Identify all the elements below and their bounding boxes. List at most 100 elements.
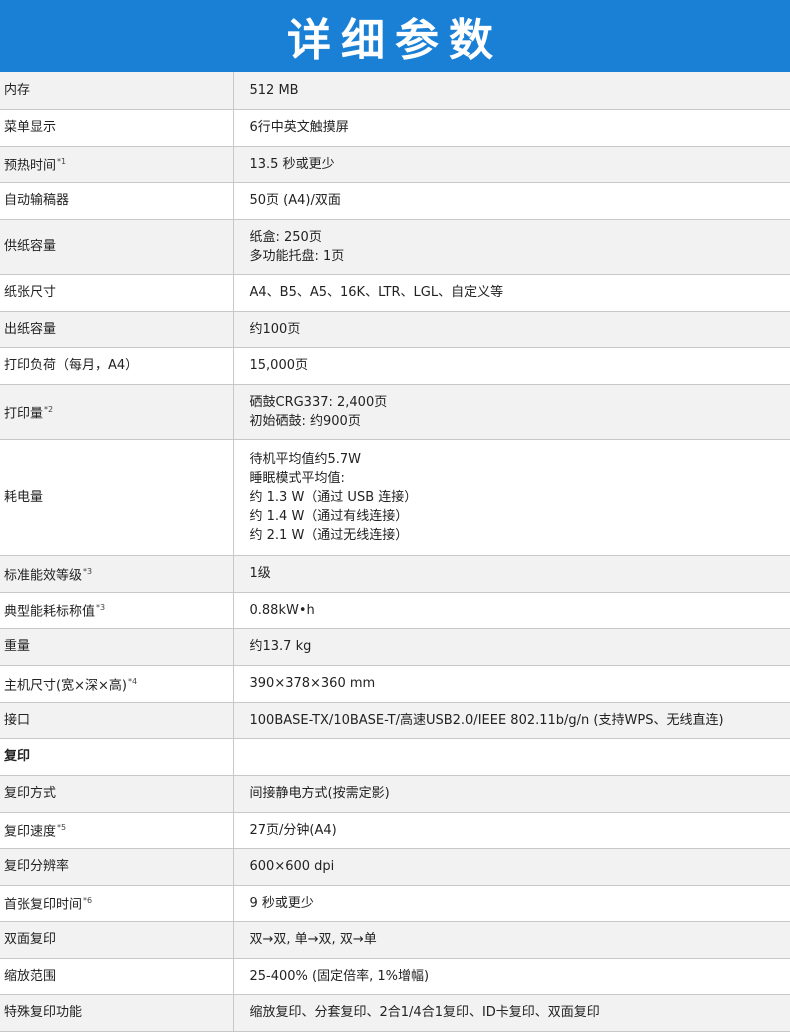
- table-row: 复印分辨率 600×600 dpi: [0, 848, 790, 886]
- spec-value: 间接静电方式(按需定影): [249, 786, 390, 801]
- table-row: 耗电量 待机平均值约5.7W 睡眠模式平均值: 约 1.3 W（通过 USB 连接） 约…: [0, 439, 790, 556]
- table-row: 复印速度*5 27页/分钟(A4): [0, 812, 790, 849]
- spec-label: 内存: [4, 82, 31, 98]
- page-title: 详细参数: [287, 15, 503, 66]
- table-row: 菜单显示 6行中英文触摸屏: [0, 109, 790, 147]
- table-row: 缩放范围 25-400% (固定倍率, 1%增幅): [0, 958, 790, 995]
- footnote-marker: *3: [96, 603, 106, 613]
- spec-label: 首张复印时间: [4, 897, 83, 913]
- spec-label: 标准能效等级: [4, 568, 83, 584]
- spec-label: 出纸容量: [4, 321, 57, 337]
- spec-value-cell: 约13.7 kg: [233, 628, 790, 666]
- spec-label-cell: 预热时间*1: [0, 146, 234, 183]
- spec-label-cell: 双面复印: [0, 921, 234, 959]
- spec-label-cell: 首张复印时间*6: [0, 885, 234, 922]
- spec-label: 耗电量: [4, 489, 44, 505]
- spec-label: 自动输稿器: [4, 193, 70, 208]
- spec-value: 约13.7 kg: [249, 639, 312, 654]
- table-row: 典型能耗标称值*3 0.88kW•h: [0, 592, 790, 629]
- spec-label: 接口: [4, 712, 31, 728]
- spec-label-cell: 打印量*2: [0, 384, 234, 440]
- spec-label-cell: 缩放范围: [0, 958, 234, 995]
- spec-value-cell: 6行中英文触摸屏: [233, 109, 790, 147]
- table-row: 出纸容量 约100页: [0, 311, 790, 348]
- spec-label: 菜单显示: [4, 120, 57, 135]
- footnote-marker: *6: [83, 896, 93, 906]
- spec-value: 13.5 秒或更少: [249, 156, 335, 172]
- spec-value-cell: 1级: [233, 555, 790, 593]
- table-row: 接口 100BASE-TX/10BASE-T/高速USB2.0/IEEE 802.…: [0, 702, 790, 739]
- section-row: 复印: [0, 738, 790, 776]
- spec-value-cell: 100BASE-TX/10BASE-T/高速USB2.0/IEEE 802.11…: [233, 702, 790, 739]
- spec-value: 512 MB: [249, 82, 299, 98]
- spec-value: A4、B5、A5、16K、LTR、LGL、自定义等: [249, 285, 504, 300]
- spec-table: 内存 512 MB 菜单显示 6行中英文触摸屏 预热时间*1 13.5 秒或更少自动输稿器…: [0, 72, 790, 1032]
- spec-label: 打印负荷（每月，A4）: [4, 358, 139, 373]
- table-row: 打印负荷（每月，A4） 15,000页: [0, 347, 790, 385]
- footnote-marker: *1: [57, 157, 67, 167]
- spec-label-cell: 复印速度*5: [0, 812, 234, 849]
- table-row: 纸张尺寸 A4、B5、A5、16K、LTR、LGL、自定义等: [0, 274, 790, 312]
- table-row: 标准能效等级*3 1级: [0, 555, 790, 593]
- spec-label-cell: 打印负荷（每月，A4）: [0, 347, 234, 385]
- spec-value-cell: 9 秒或更少: [233, 885, 790, 922]
- spec-label-cell: 主机尺寸(宽×深×高)*4: [0, 665, 234, 703]
- spec-value-cell: 约100页: [233, 311, 790, 348]
- spec-label-cell: 特殊复印功能: [0, 994, 234, 1032]
- table-row: 供纸容量 纸盒: 250页 多功能托盘: 1页: [0, 219, 790, 275]
- spec-value: 1级: [249, 566, 271, 581]
- spec-value: 多功能托盘: 1页: [249, 248, 345, 264]
- header-banner: 详细参数: [0, 0, 790, 72]
- spec-label: 典型能耗标称值: [4, 604, 96, 620]
- spec-label-cell: 复印分辨率: [0, 848, 234, 886]
- spec-label-cell: 接口: [0, 702, 234, 739]
- spec-value: 25-400% (固定倍率, 1%增幅): [249, 968, 430, 984]
- spec-label-cell: 内存: [0, 72, 234, 110]
- spec-value-cell: 27页/分钟(A4): [233, 812, 790, 849]
- footnote-marker: *5: [57, 823, 67, 833]
- spec-label-cell: 供纸容量: [0, 219, 234, 275]
- spec-value: 600×600 dpi: [249, 859, 335, 874]
- table-row: 首张复印时间*6 9 秒或更少: [0, 885, 790, 922]
- spec-label-cell: 自动输稿器: [0, 182, 234, 220]
- spec-value-cell: 待机平均值约5.7W 睡眠模式平均值: 约 1.3 W（通过 USB 连接） 约 1.…: [233, 439, 790, 556]
- table-row: 复印方式 间接静电方式(按需定影): [0, 775, 790, 813]
- spec-value-cell: [233, 738, 790, 776]
- spec-value-cell: 双→双, 单→双, 双→单: [233, 921, 790, 959]
- spec-value-cell: 25-400% (固定倍率, 1%增幅): [233, 958, 790, 995]
- spec-value: 6行中英文触摸屏: [249, 120, 349, 135]
- table-row: 双面复印 双→双, 单→双, 双→单: [0, 921, 790, 959]
- spec-label: 复印方式: [4, 786, 57, 801]
- spec-label-cell: 重量: [0, 628, 234, 666]
- spec-label: 纸张尺寸: [4, 285, 57, 300]
- table-row: 特殊复印功能 缩放复印、分套复印、2合1/4合1复印、ID卡复印、双面复印: [0, 994, 790, 1032]
- spec-value-cell: 纸盒: 250页 多功能托盘: 1页: [233, 219, 790, 275]
- table-row: 打印量*2 硒鼓CRG337: 2,400页 初始硒鼓: 约900页: [0, 384, 790, 440]
- spec-label-cell: 典型能耗标称值*3: [0, 592, 234, 629]
- table-row: 重量 约13.7 kg: [0, 628, 790, 666]
- spec-label-cell: 标准能效等级*3: [0, 555, 234, 593]
- spec-value: 0.88kW•h: [249, 602, 315, 618]
- spec-label: 重量: [4, 639, 31, 654]
- spec-value: 50页 (A4)/双面: [249, 193, 341, 208]
- spec-label: 打印量: [4, 406, 44, 422]
- spec-value: 待机平均值约5.7W: [249, 451, 362, 467]
- spec-label-cell: 复印: [0, 738, 234, 776]
- footnote-marker: *4: [127, 676, 138, 686]
- spec-label-cell: 耗电量: [0, 439, 234, 556]
- spec-value-cell: 512 MB: [233, 72, 790, 110]
- spec-value: 约 1.3 W（通过 USB 连接）: [249, 489, 418, 505]
- spec-value-cell: 13.5 秒或更少: [233, 146, 790, 183]
- spec-value: 15,000页: [249, 358, 309, 373]
- spec-value-cell: 390×378×360 mm: [233, 665, 790, 703]
- spec-value-cell: 缩放复印、分套复印、2合1/4合1复印、ID卡复印、双面复印: [233, 994, 790, 1032]
- spec-label-cell: 菜单显示: [0, 109, 234, 147]
- footnote-marker: *2: [44, 404, 54, 414]
- spec-value: 27页/分钟(A4): [249, 822, 337, 838]
- spec-value-cell: 600×600 dpi: [233, 848, 790, 886]
- spec-label: 缩放范围: [4, 968, 57, 984]
- spec-value: 390×378×360 mm: [249, 676, 376, 691]
- section-label: 复印: [4, 749, 31, 764]
- spec-value-cell: 0.88kW•h: [233, 592, 790, 629]
- spec-label: 双面复印: [4, 932, 57, 947]
